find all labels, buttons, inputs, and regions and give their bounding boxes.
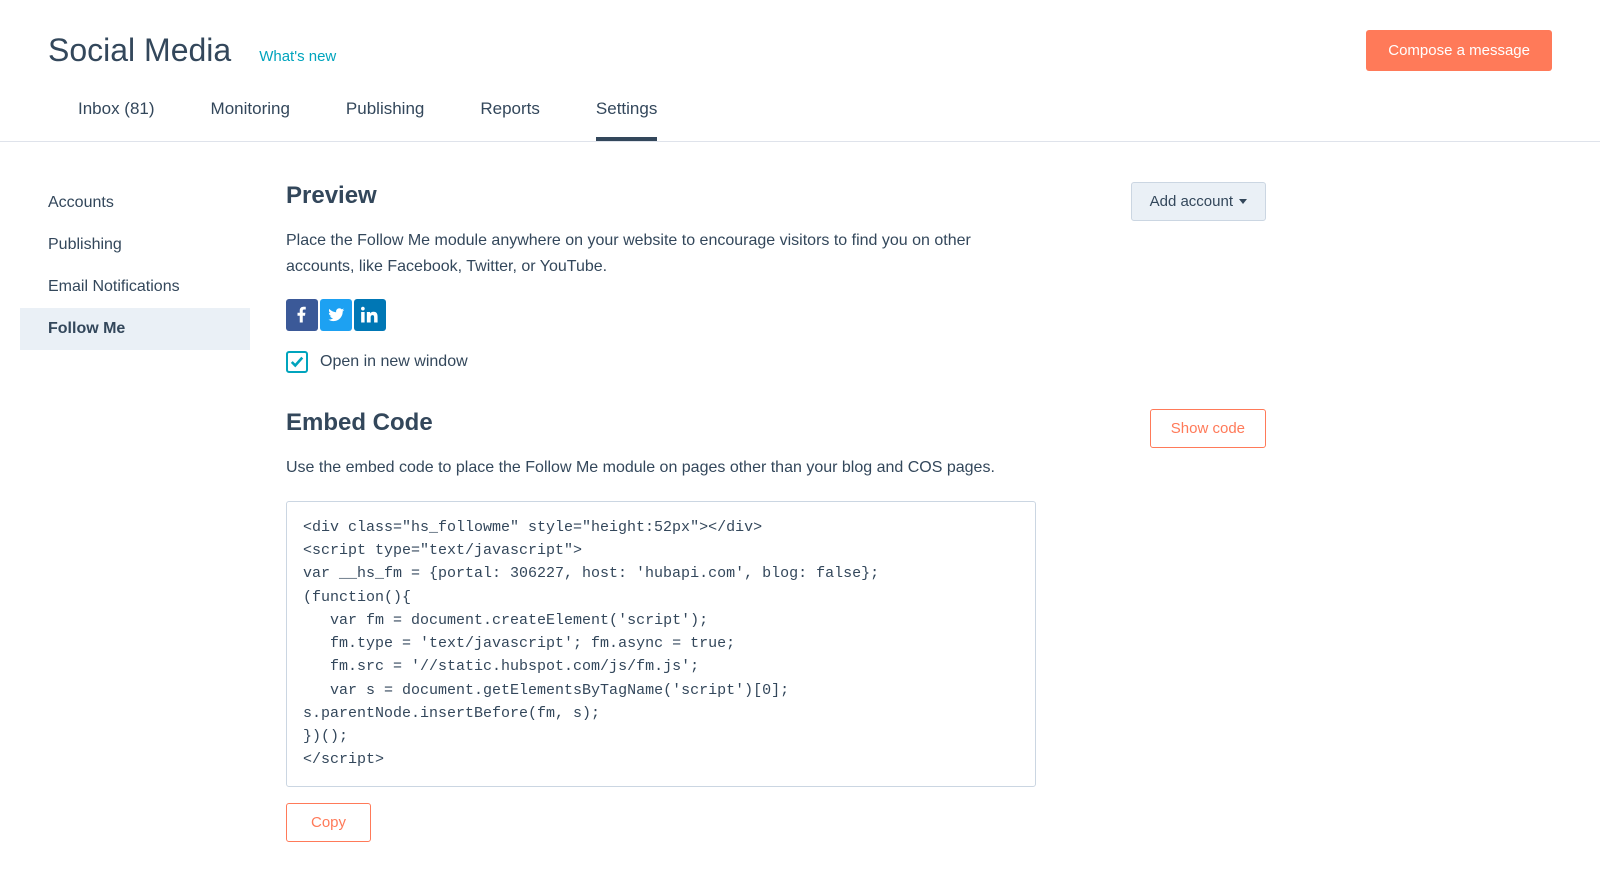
add-account-label: Add account xyxy=(1150,193,1233,210)
twitter-icon[interactable] xyxy=(320,299,352,331)
open-new-window-checkbox[interactable] xyxy=(286,351,308,373)
page-header: Social Media What's new Compose a messag… xyxy=(0,0,1600,71)
embed-description: Use the embed code to place the Follow M… xyxy=(286,455,1026,481)
caret-down-icon xyxy=(1239,199,1247,204)
sidebar-item-email-notifications[interactable]: Email Notifications xyxy=(20,266,250,308)
main-content: Preview Add account Place the Follow Me … xyxy=(286,182,1266,842)
embed-header-row: Embed Code Show code xyxy=(286,409,1266,455)
linkedin-icon[interactable] xyxy=(354,299,386,331)
social-icons-preview xyxy=(286,299,1266,331)
compose-message-button[interactable]: Compose a message xyxy=(1366,30,1552,71)
sidebar-item-follow-me[interactable]: Follow Me xyxy=(20,308,250,350)
sidebar-item-accounts[interactable]: Accounts xyxy=(20,182,250,224)
tab-inbox[interactable]: Inbox (81) xyxy=(78,99,155,141)
show-code-button[interactable]: Show code xyxy=(1150,409,1266,448)
sidebar-item-publishing[interactable]: Publishing xyxy=(20,224,250,266)
preview-heading: Preview xyxy=(286,182,377,210)
tab-publishing[interactable]: Publishing xyxy=(346,99,424,141)
tab-reports[interactable]: Reports xyxy=(480,99,540,141)
settings-sidebar: Accounts Publishing Email Notifications … xyxy=(20,182,250,842)
open-new-window-row: Open in new window xyxy=(286,351,1266,373)
add-account-button[interactable]: Add account xyxy=(1131,182,1266,221)
embed-code-box[interactable]: <div class="hs_followme" style="height:5… xyxy=(286,501,1036,787)
tab-monitoring[interactable]: Monitoring xyxy=(211,99,290,141)
preview-description: Place the Follow Me module anywhere on y… xyxy=(286,228,1026,279)
tab-settings[interactable]: Settings xyxy=(596,99,657,141)
preview-header-row: Preview Add account xyxy=(286,182,1266,228)
main-tabs: Inbox (81) Monitoring Publishing Reports… xyxy=(0,71,1600,142)
body-area: Accounts Publishing Email Notifications … xyxy=(0,142,1600,882)
open-new-window-label: Open in new window xyxy=(320,353,468,371)
header-left: Social Media What's new xyxy=(48,32,336,69)
copy-button[interactable]: Copy xyxy=(286,803,371,842)
facebook-icon[interactable] xyxy=(286,299,318,331)
embed-heading: Embed Code xyxy=(286,409,433,437)
page-title: Social Media xyxy=(48,32,231,69)
whats-new-link[interactable]: What's new xyxy=(259,48,336,65)
